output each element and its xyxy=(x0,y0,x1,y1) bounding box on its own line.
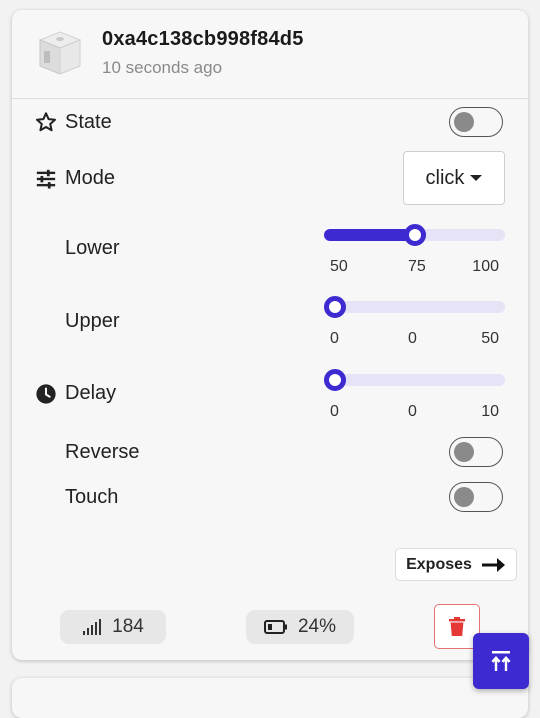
toggle-knob xyxy=(454,442,474,462)
last-seen-text: 10 seconds ago xyxy=(102,58,223,77)
upper-slider[interactable] xyxy=(324,296,505,318)
slider-mark-min: 50 xyxy=(330,258,348,275)
upper-label: Upper xyxy=(65,310,120,332)
device-id[interactable]: 0xa4c138cb998f84d5 xyxy=(102,28,304,51)
slider-mark-max: 50 xyxy=(481,330,499,347)
sliders-icon xyxy=(36,169,56,189)
reverse-label: Reverse xyxy=(65,441,140,463)
caret-down-icon xyxy=(470,175,483,181)
slider-mark-max: 100 xyxy=(472,258,499,275)
lower-label: Lower xyxy=(65,237,120,259)
linkquality-value: 184 xyxy=(112,616,144,637)
reverse-toggle[interactable] xyxy=(449,437,503,467)
state-label: State xyxy=(65,111,112,133)
fingerbot-device-icon xyxy=(30,24,86,80)
slider-mark-mid: 0 xyxy=(408,330,417,347)
slider-track xyxy=(324,374,505,386)
touch-toggle[interactable] xyxy=(449,482,503,512)
mode-select[interactable]: click xyxy=(403,151,505,205)
slider-mark-max: 10 xyxy=(481,403,499,420)
delay-slider[interactable] xyxy=(324,369,505,391)
delay-label: Delay xyxy=(65,382,117,404)
slider-thumb[interactable] xyxy=(324,369,346,391)
next-device-card xyxy=(12,678,528,718)
battery-badge: 24% xyxy=(246,610,354,644)
exposes-label: Exposes xyxy=(406,555,472,573)
trash-icon xyxy=(449,617,465,636)
toggle-knob xyxy=(454,487,474,507)
toggle-knob xyxy=(454,112,474,132)
scroll-to-top-icon xyxy=(491,651,511,671)
slider-mark-mid: 75 xyxy=(408,258,426,275)
mode-selected-value: click xyxy=(425,166,465,189)
slider-mark-mid: 0 xyxy=(408,403,417,420)
slider-thumb[interactable] xyxy=(324,296,346,318)
slider-thumb[interactable] xyxy=(403,224,426,246)
slider-mark-min: 0 xyxy=(330,330,339,347)
battery-value: 24% xyxy=(297,616,337,637)
exposes-button[interactable]: Exposes xyxy=(395,548,517,581)
state-toggle[interactable] xyxy=(449,107,503,137)
battery-icon xyxy=(263,620,287,634)
slider-track xyxy=(324,301,505,313)
touch-label: Touch xyxy=(65,486,119,508)
linkquality-badge: 184 xyxy=(60,610,166,644)
arrow-right-icon xyxy=(481,557,505,572)
scroll-to-top-button[interactable] xyxy=(473,633,529,689)
header-divider xyxy=(12,98,528,99)
mode-label: Mode xyxy=(65,167,116,189)
star-icon xyxy=(36,112,56,132)
clock-icon xyxy=(36,384,56,404)
signal-icon xyxy=(83,619,102,635)
lower-slider[interactable] xyxy=(324,224,505,246)
slider-mark-min: 0 xyxy=(330,403,339,420)
device-card: 0xa4c138cb998f84d5 10 seconds ago State … xyxy=(12,10,528,660)
